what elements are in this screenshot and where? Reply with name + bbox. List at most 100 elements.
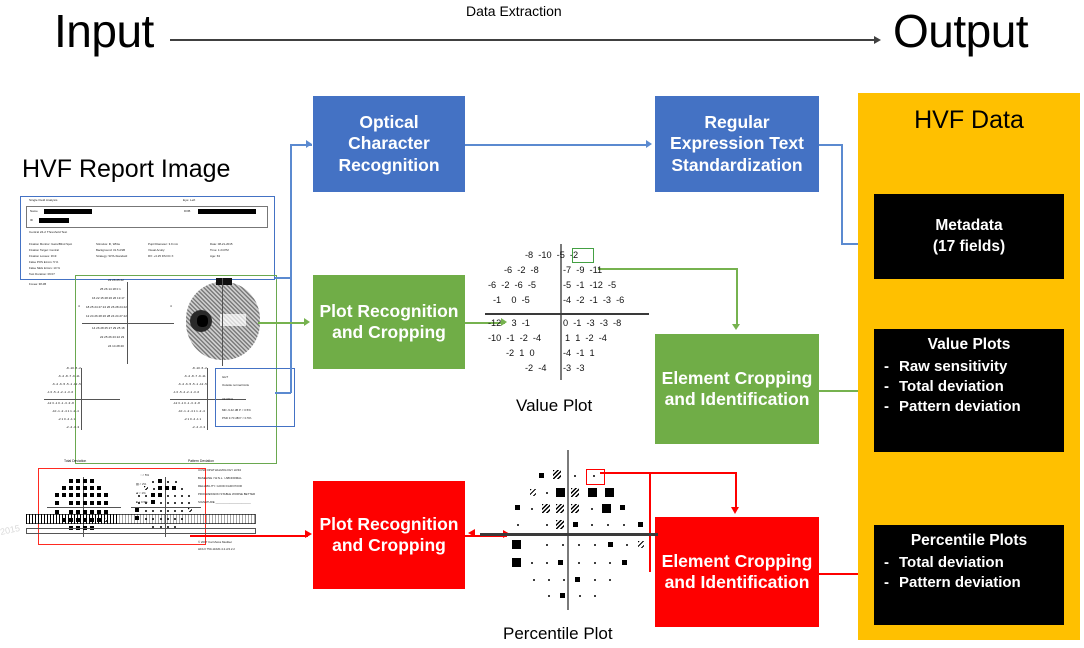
report-legend-1: ▨ < 2% [136, 482, 147, 486]
data-extraction-label: Data Extraction [466, 3, 562, 19]
report-params-col3-2: RX: +3.25 DS DC X [148, 254, 174, 258]
symbol-hatch [556, 504, 564, 513]
report-params-col4-0: Date: 08-21-2015 [210, 242, 233, 246]
output-title: Output [893, 5, 1029, 57]
output-value-plots-title: Value Plots [927, 336, 1011, 353]
output-percentile-plots-block[interactable]: Percentile Plots - Total deviation - Patte… [874, 525, 1064, 625]
symbol-half [638, 541, 644, 548]
watermark: 2015 [0, 523, 21, 537]
report-params-col1-6: Fovea: 38 dB [29, 282, 47, 286]
value-plot-element-highlight [572, 248, 594, 263]
symbol-q4 [515, 505, 520, 510]
value-row-1-left: -6 -2 -8 [504, 265, 539, 275]
process-box-element-cropping-value[interactable]: Element Cropping and Identification [655, 334, 819, 444]
symbol-hatch [571, 504, 579, 513]
symbol-solid [512, 540, 521, 549]
symbol-q4 [620, 505, 625, 510]
report-params-col1-3: False POS Errors: 5 % [29, 260, 59, 264]
output-percentile-plots-item-0: - Total deviation [884, 554, 1004, 572]
report-params-col4-1: Time: 1:24 PM [210, 248, 229, 252]
value-row-0-right: -8 -10 -5 -2 [525, 250, 579, 260]
connector-red-to-plotrec [190, 535, 308, 537]
connector-regex-down [841, 144, 843, 244]
symbol-q4 [558, 560, 563, 565]
symbol-hatch [571, 488, 579, 497]
symbol-dot [609, 562, 611, 564]
symbol-solid [605, 488, 614, 497]
connector-blue-ght [275, 392, 291, 394]
percentile-plot [468, 450, 658, 610]
symbol-dot [563, 579, 565, 581]
arrowhead-icon [304, 318, 310, 326]
report-dob-label: DOB [184, 209, 191, 213]
percentile-plot-element-highlight [586, 469, 605, 485]
report-params-col1-5: Test Duration: 06:07 [29, 272, 55, 276]
redaction-bar [198, 208, 256, 214]
symbol-hatch [556, 520, 564, 529]
report-name-label: Name [30, 209, 38, 213]
report-total-deviation-plot: -8 -10 -5 -2 -6 -2 -8 -7 -9 -11 -6 -2 -6… [44, 366, 120, 430]
process-box-ocr[interactable]: Optical Character Recognition [313, 96, 465, 192]
report-id-label: ID [30, 218, 33, 222]
output-value-plots-item-0: - Raw sensitivity [884, 358, 1008, 376]
output-value-plots-item-1: - Total deviation [884, 378, 1004, 396]
report-params-col2-1: Background: 31.5 ASB [96, 248, 126, 252]
value-row-1-right: -7 -9 -11 [563, 265, 603, 275]
report-total-deviation-caption: Total Deviation [64, 459, 87, 463]
connector-green-down [736, 268, 738, 326]
report-legend-0: :: < 5% [140, 473, 150, 477]
symbol-dot [591, 524, 593, 526]
process-box-regex[interactable]: Regular Expression Text Standardization [655, 96, 819, 192]
value-row-5-right: 1 1 -2 -4 [565, 333, 607, 343]
symbol-dot [533, 579, 535, 581]
symbol-dot [579, 595, 581, 597]
connector-blue-vertical-2 [290, 277, 292, 393]
symbol-dot [531, 508, 533, 510]
symbol-dot [607, 524, 609, 526]
symbol-q4 [622, 560, 627, 565]
symbol-dot [517, 524, 519, 526]
symbol-dot [591, 508, 593, 510]
symbol-hatch [542, 504, 550, 513]
symbol-solid [588, 488, 597, 497]
symbol-dot [578, 544, 580, 546]
symbol-dot [546, 524, 548, 526]
symbol-half [530, 489, 536, 496]
symbol-solid [602, 504, 611, 513]
value-row-7-right: -3 -3 [563, 363, 585, 373]
report-copyright: © 2007 Carl Zeiss Meditec [198, 540, 233, 544]
hvf-data-panel: HVF Data Metadata (17 fields) Value Plot… [858, 93, 1080, 640]
connector-blue-from-report [275, 277, 291, 279]
symbol-dot [546, 492, 548, 494]
value-row-5-left: -10 -1 -2 -4 [488, 333, 542, 343]
report-params-col4-2: Age: 63 [210, 254, 220, 258]
value-row-3-left: -1 0 -5 [493, 295, 530, 305]
process-box-element-cropping-percentile[interactable]: Element Cropping and Identification [655, 517, 819, 627]
output-value-plots-block[interactable]: Value Plots - Raw sensitivity - Total devi… [874, 329, 1064, 452]
hvf-report-image[interactable]: Single Field Analysis Eye: Left Name DOB… [20, 196, 295, 551]
symbol-dot [548, 595, 550, 597]
output-metadata-title: Metadata [935, 217, 1003, 235]
symbol-solid [556, 488, 565, 497]
report-grayscale-plot [180, 278, 266, 366]
output-metadata-block[interactable]: Metadata (17 fields) [874, 194, 1064, 279]
output-percentile-plots-item-1: - Pattern deviation [884, 574, 1021, 592]
arrowhead-icon [306, 140, 312, 148]
report-params-col3-1: Visual Acuity: [148, 248, 166, 252]
process-box-plot-recognition-value[interactable]: Plot Recognition and Cropping [313, 275, 465, 369]
symbol-q4 [575, 577, 580, 582]
report-eye-label: Eye: Left [183, 198, 196, 202]
report-pattern-deviation-caption: Pattern Deviation [188, 459, 215, 463]
redaction-bar [44, 208, 92, 214]
symbol-solid [512, 558, 521, 567]
symbol-dot [546, 562, 548, 564]
report-raw-sensitivity-plot: 22 26 25 22 25 26 14 18 0 1 16 22 15 28 … [78, 278, 174, 364]
value-row-4-left: -12 3 -1 [488, 318, 530, 328]
report-footer-4: SIGNATURE ______________________ [198, 500, 251, 504]
symbol-q4 [638, 522, 643, 527]
value-plot-caption: Value Plot [516, 396, 593, 415]
symbol-dot [548, 579, 550, 581]
report-legend-3: ■ < 0.5% [136, 500, 148, 504]
report-params-col1-0: Fixation Monitor: Gaze/Blind Spot [29, 242, 73, 246]
process-box-plot-recognition-percentile[interactable]: Plot Recognition and Cropping [313, 481, 465, 589]
